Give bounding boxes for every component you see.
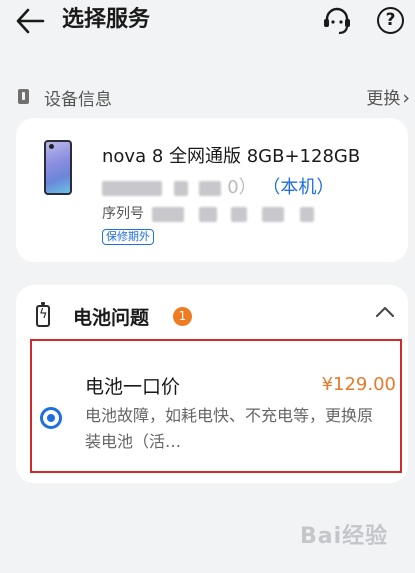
change-device-label: 更换	[366, 89, 401, 109]
option-radio[interactable]	[40, 407, 62, 429]
battery-issue-card: 电池问题 1 电池一口价 ¥129.00 电池故障，如耗电快、不充电等，更换原装…	[16, 285, 408, 483]
serial-redacted	[261, 206, 284, 222]
count-badge: 1	[173, 307, 192, 326]
help-icon[interactable]: ?	[377, 7, 404, 34]
battery-issue-title: 电池问题	[73, 307, 150, 329]
customer-service-icon[interactable]	[320, 4, 354, 38]
serial-row: 序列号	[102, 203, 315, 223]
page-title: 选择服务	[62, 7, 151, 32]
back-arrow-icon[interactable]	[14, 6, 46, 36]
serial-label: 序列号	[102, 206, 144, 222]
device-info-title: 设备信息	[44, 90, 112, 110]
serial-redacted	[231, 206, 248, 222]
imei-suffix: 0）	[227, 177, 257, 198]
serial-redacted	[300, 206, 315, 222]
phone-image	[44, 140, 72, 195]
option-name: 电池一口价	[85, 376, 181, 398]
chevron-right-icon: ›	[402, 87, 410, 109]
change-device-link[interactable]: 更换 ›	[366, 84, 410, 109]
imei-redacted	[199, 180, 222, 196]
serial-redacted	[198, 206, 217, 222]
device-name: nova 8 全网通版 8GB+128GB	[102, 146, 361, 167]
option-description: 电池故障，如耗电快、不充电等，更换原装电池（活…	[85, 406, 374, 451]
info-icon	[18, 89, 29, 104]
device-info-header: 设备信息 更换 ›	[18, 83, 410, 111]
chevron-up-icon[interactable]	[372, 299, 398, 325]
battery-option[interactable]: 电池一口价 ¥129.00 电池故障，如耗电快、不充电等，更换原装电池（活…	[30, 339, 402, 473]
imei-redacted	[173, 180, 188, 196]
watermark: Bai经验	[300, 524, 389, 549]
serial-redacted	[152, 206, 185, 222]
this-device-label: （本机）	[262, 177, 335, 198]
imei-redacted	[102, 180, 162, 196]
battery-icon	[36, 302, 50, 327]
device-imei-row: 0） （本机）	[102, 173, 334, 199]
warranty-badge: 保修期外	[102, 229, 154, 245]
device-card: nova 8 全网通版 8GB+128GB 0） （本机） 序列号 保修期外	[16, 118, 408, 262]
option-price: ¥129.00	[321, 374, 396, 395]
header-bar: 选择服务 ?	[0, 0, 415, 44]
